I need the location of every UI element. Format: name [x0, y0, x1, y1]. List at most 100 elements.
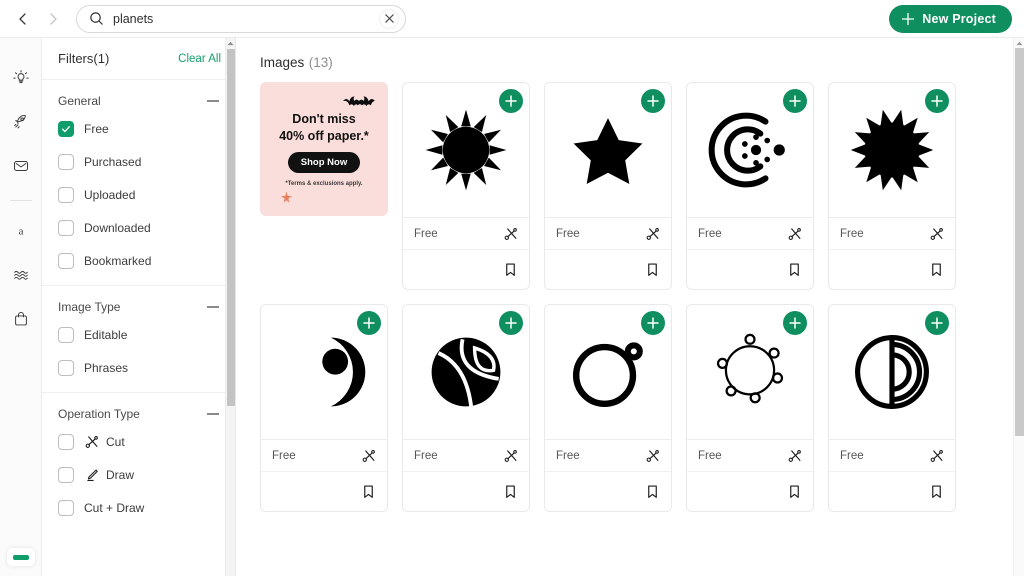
search-input[interactable] — [113, 5, 379, 32]
add-to-canvas-button[interactable] — [499, 311, 523, 335]
image-card[interactable]: Free — [402, 82, 530, 290]
page-title: Images — [260, 55, 305, 70]
card-artwork[interactable] — [829, 305, 955, 439]
back-button[interactable] — [14, 10, 32, 28]
main-scroll-up-button[interactable] — [1014, 38, 1024, 48]
filter-option-free[interactable]: Free — [58, 119, 219, 139]
top-bar: New Project — [0, 0, 1024, 38]
rail-item-inbox[interactable] — [7, 152, 35, 180]
checkbox[interactable] — [58, 220, 74, 236]
filter-option-editable[interactable]: Editable — [58, 325, 219, 345]
filter-option-bookmarked[interactable]: Bookmarked — [58, 251, 219, 271]
checkbox[interactable] — [58, 154, 74, 170]
rail-item-explore[interactable] — [7, 108, 35, 136]
promo-card[interactable]: Don't miss 40% off paper.* Shop Now *Terms … — [260, 82, 388, 216]
card-artwork[interactable] — [261, 305, 387, 439]
scissors-icon — [646, 227, 659, 240]
scissors-icon[interactable] — [930, 227, 944, 241]
card-actions — [829, 471, 955, 511]
collapse-toggle[interactable] — [207, 413, 219, 415]
checkbox[interactable] — [58, 327, 74, 343]
filter-option-uploaded[interactable]: Uploaded — [58, 185, 219, 205]
filter-option-purchased[interactable]: Purchased — [58, 152, 219, 172]
image-card[interactable]: Free — [686, 82, 814, 290]
result-count: (13) — [308, 55, 333, 70]
clear-all-button[interactable]: Clear All — [178, 53, 221, 65]
arc-planet-icon — [855, 335, 929, 409]
checkbox[interactable] — [58, 187, 74, 203]
collapse-toggle[interactable] — [207, 306, 219, 308]
image-card[interactable]: Free — [828, 82, 956, 290]
pen-icon — [86, 469, 98, 481]
scissors-icon[interactable] — [646, 449, 660, 463]
image-card[interactable]: Free — [402, 304, 530, 512]
checkbox[interactable] — [58, 467, 74, 483]
scissors-icon[interactable] — [788, 227, 802, 241]
filter-option-cut[interactable]: Cut — [58, 432, 219, 452]
image-card[interactable]: Free — [828, 304, 956, 512]
filters-scrollbar-thumb[interactable] — [227, 49, 235, 406]
main-scrollbar-thumb[interactable] — [1015, 48, 1024, 436]
caret-up-icon — [227, 41, 234, 46]
filter-option-phrases[interactable]: Phrases — [58, 358, 219, 378]
image-card[interactable]: Free — [260, 304, 388, 512]
search-bar[interactable] — [76, 4, 406, 33]
collapse-toggle[interactable] — [207, 100, 219, 102]
bookmark-button[interactable] — [502, 262, 518, 278]
rail-item-ideas[interactable] — [7, 64, 35, 92]
checkbox[interactable] — [58, 500, 74, 516]
add-to-canvas-button[interactable] — [783, 311, 807, 335]
card-artwork[interactable] — [545, 83, 671, 217]
card-artwork[interactable] — [545, 305, 671, 439]
add-to-canvas-button[interactable] — [357, 311, 381, 335]
card-artwork[interactable] — [687, 83, 813, 217]
body: a Filters(1) Clear All General Free Purc… — [0, 38, 1024, 576]
bookmark-button[interactable] — [644, 484, 660, 500]
image-card[interactable]: Free — [544, 304, 672, 512]
bookmark-button[interactable] — [786, 262, 802, 278]
forward-button[interactable] — [44, 10, 62, 28]
checkbox[interactable] — [58, 360, 74, 376]
scissors-icon[interactable] — [504, 449, 518, 463]
bookmark-button[interactable] — [360, 484, 376, 500]
scissors-icon[interactable] — [930, 449, 944, 463]
filters-scroll-up-button[interactable] — [226, 38, 235, 49]
card-artwork[interactable] — [829, 83, 955, 217]
bookmark-button[interactable] — [928, 262, 944, 278]
rail-item-fonts[interactable]: a — [7, 217, 35, 245]
rail-item-shop[interactable] — [7, 305, 35, 333]
add-to-canvas-button[interactable] — [925, 89, 949, 113]
card-artwork[interactable] — [403, 83, 529, 217]
filter-group-header: Image Type — [58, 300, 219, 314]
filter-option-downloaded[interactable]: Downloaded — [58, 218, 219, 238]
clear-search-button[interactable] — [379, 8, 399, 29]
filter-option-cut-draw[interactable]: Cut + Draw — [58, 498, 219, 518]
scissors-icon[interactable] — [788, 449, 802, 463]
checkbox[interactable] — [58, 434, 74, 450]
image-card[interactable]: Free — [544, 82, 672, 290]
card-artwork[interactable] — [403, 305, 529, 439]
main-scrollbar[interactable] — [1013, 38, 1024, 576]
scissors-icon[interactable] — [646, 227, 660, 241]
icon-rail: a — [0, 38, 42, 576]
rail-item-patterns[interactable] — [7, 261, 35, 289]
add-to-canvas-button[interactable] — [499, 89, 523, 113]
bookmark-button[interactable] — [928, 484, 944, 500]
add-to-canvas-button[interactable] — [783, 89, 807, 113]
bookmark-button[interactable] — [786, 484, 802, 500]
scissors-icon[interactable] — [362, 449, 376, 463]
scissors-icon[interactable] — [504, 227, 518, 241]
shop-now-button[interactable]: Shop Now — [287, 151, 361, 173]
checkbox[interactable] — [58, 253, 74, 269]
add-to-canvas-button[interactable] — [925, 311, 949, 335]
bookmark-button[interactable] — [644, 262, 660, 278]
new-project-button[interactable]: New Project — [889, 4, 1012, 33]
checkbox[interactable] — [58, 121, 74, 137]
image-card[interactable]: Free — [686, 304, 814, 512]
add-to-canvas-button[interactable] — [641, 311, 665, 335]
bookmark-button[interactable] — [502, 484, 518, 500]
add-to-canvas-button[interactable] — [641, 89, 665, 113]
filter-option-draw[interactable]: Draw — [58, 465, 219, 485]
filters-scrollbar[interactable] — [225, 38, 235, 576]
card-artwork[interactable] — [687, 305, 813, 439]
